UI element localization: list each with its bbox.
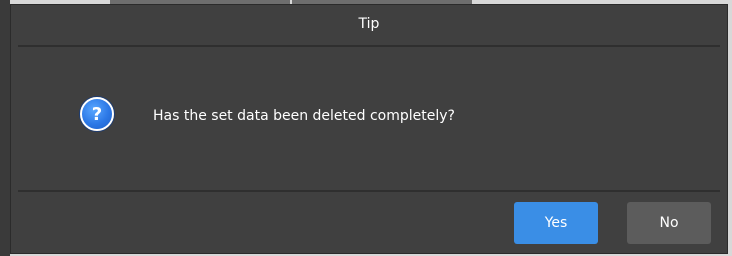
yes-button[interactable]: Yes [514,202,598,244]
no-button[interactable]: No [627,202,711,244]
no-button-label: No [659,215,679,231]
background-app-edge [0,0,10,256]
dialog-message: Has the set data been deleted completely… [153,108,455,124]
dialog-title: Tip [358,16,380,32]
footer-divider [18,190,720,192]
yes-button-label: Yes [544,215,568,231]
question-icon: ? [80,97,114,131]
tip-dialog: Tip ? Has the set data been deleted comp… [10,4,728,254]
title-divider [18,45,720,47]
question-icon-glyph: ? [91,103,103,125]
